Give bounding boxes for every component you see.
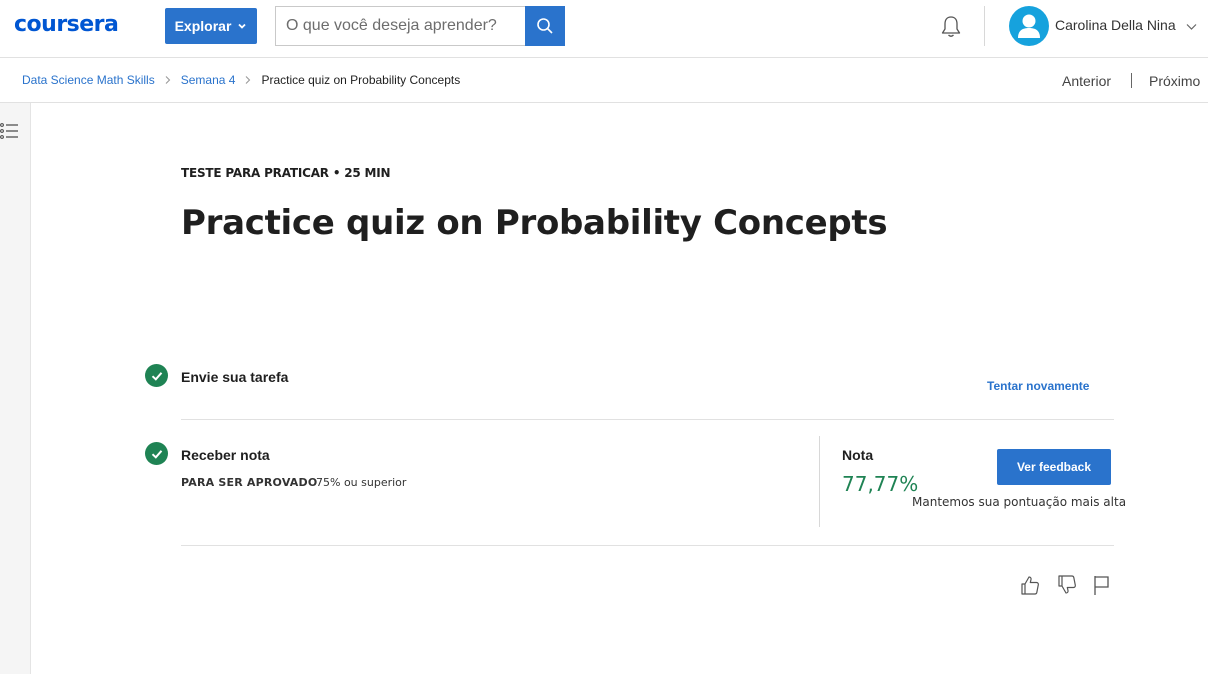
search-button[interactable] (525, 6, 565, 46)
divider (181, 545, 1114, 546)
user-avatar-icon[interactable] (1009, 6, 1049, 46)
chevron-down-icon[interactable] (1186, 21, 1197, 32)
breadcrumb-current: Practice quiz on Probability Concepts (261, 73, 461, 87)
list-menu-icon[interactable] (0, 121, 20, 141)
flag-icon[interactable] (1091, 574, 1113, 596)
keep-highest-note: Mantemos sua pontuação mais alta (912, 495, 1127, 509)
explore-button[interactable]: Explorar (165, 8, 257, 44)
search-field[interactable] (275, 6, 525, 46)
bell-icon[interactable] (938, 14, 964, 40)
header-divider (984, 6, 985, 46)
check-icon (145, 442, 168, 465)
chevron-down-icon (238, 23, 247, 29)
next-link[interactable]: Próximo (1149, 73, 1200, 89)
thumbs-up-icon[interactable] (1019, 574, 1041, 596)
pass-requirement-value: 75% ou superior (316, 476, 407, 489)
divider (181, 419, 1114, 420)
breadcrumb: Data Science Math Skills Semana 4 Practi… (22, 73, 460, 87)
grade-label: Nota (842, 447, 874, 463)
explore-label: Explorar (174, 18, 232, 34)
chevron-right-icon (165, 76, 171, 84)
grade-value: 77,77% (842, 472, 919, 496)
pass-requirement-label: PARA SER APROVADO (181, 476, 318, 489)
previous-link[interactable]: Anterior (1062, 73, 1111, 89)
top-header: coursera Explorar Carolina Della Nina (0, 0, 1208, 58)
breadcrumb-course[interactable]: Data Science Math Skills (22, 73, 155, 87)
item-kicker: TESTE PARA PRATICAR • 25 MIN (181, 166, 391, 180)
thumbs-down-icon[interactable] (1056, 574, 1078, 596)
user-name[interactable]: Carolina Della Nina (1055, 17, 1176, 33)
left-rail (0, 103, 31, 674)
breadcrumb-week[interactable]: Semana 4 (181, 73, 236, 87)
check-icon (145, 364, 168, 387)
chevron-right-icon (246, 76, 251, 84)
retry-link[interactable]: Tentar novamente (987, 379, 1089, 393)
coursera-logo[interactable]: coursera (14, 12, 119, 37)
step-grade-label: Receber nota (181, 447, 270, 463)
view-feedback-button[interactable]: Ver feedback (997, 449, 1111, 485)
step-submit-label: Envie sua tarefa (181, 369, 289, 385)
breadcrumb-bar: Data Science Math Skills Semana 4 Practi… (0, 58, 1208, 103)
search-icon (537, 18, 553, 34)
page-title: Practice quiz on Probability Concepts (181, 203, 888, 243)
nav-separator (1131, 73, 1132, 88)
grade-divider (819, 436, 820, 527)
search-input[interactable] (276, 7, 525, 45)
